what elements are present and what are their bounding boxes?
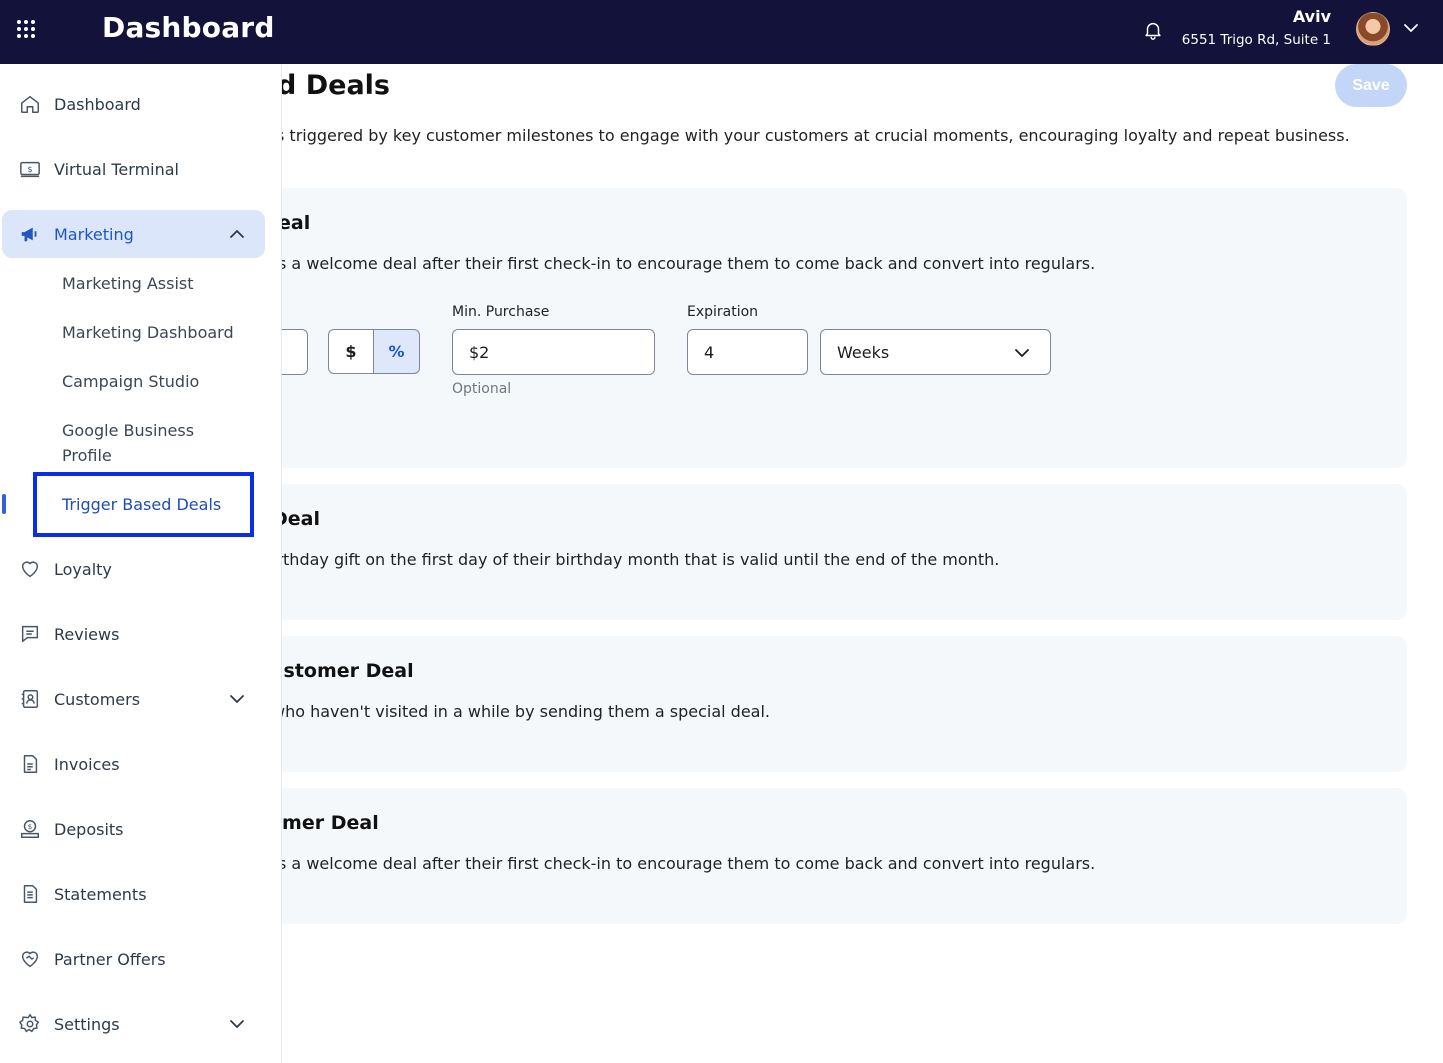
sidebar-item-settings[interactable]: Settings (2, 1000, 265, 1048)
chevron-down-icon[interactable] (227, 1014, 247, 1034)
deal-card-winback: ustomer Deal who haven't visited in a wh… (282, 636, 1407, 772)
card-description: s a welcome deal after their first check… (282, 854, 1096, 873)
card-title: Deal (282, 508, 320, 530)
min-purchase-label: Min. Purchase (452, 304, 550, 320)
card-description: irthday gift on the first day of their b… (282, 550, 1000, 569)
sidebar-item-label: Virtual Terminal (54, 159, 179, 179)
deposit-icon: $ (21, 820, 39, 838)
card-title: omer Deal (282, 812, 379, 834)
sidebar-subitem-marketing-dashboard[interactable]: Marketing Dashboard (62, 320, 252, 345)
terminal-icon: $ (20, 161, 40, 178)
user-info[interactable]: Aviv 6551 Trigo Rd, Suite 1 (1182, 7, 1331, 48)
card-description: who haven't visited in a while by sendin… (282, 702, 771, 721)
discount-type-dollar[interactable]: $ (328, 329, 374, 374)
sidebar-item-dashboard[interactable]: Dashboard (2, 80, 265, 128)
sidebar-item-label: Reviews (54, 624, 120, 644)
card-description: s a welcome deal after their first check… (282, 254, 1096, 273)
expiration-label: Expiration (687, 304, 759, 320)
sidebar-item-label: Customers (54, 689, 141, 709)
avatar[interactable] (1356, 12, 1390, 46)
sidebar-item-label: Statements (54, 884, 147, 904)
sidebar-subitem-google-business-profile[interactable]: Google Business Profile (62, 418, 212, 468)
sidebar-item-invoices[interactable]: Invoices (2, 740, 265, 788)
expiration-unit-select[interactable]: Weeks (820, 329, 1051, 375)
megaphone-icon (21, 227, 37, 242)
invoice-icon (23, 755, 38, 773)
svg-text:$: $ (27, 164, 32, 174)
app-grid-icon[interactable] (14, 17, 38, 41)
sidebar-item-partner-offers[interactable]: Partner Offers (2, 935, 265, 983)
chevron-up-icon[interactable] (227, 224, 247, 244)
sidebar-item-loyalty[interactable]: Loyalty (2, 545, 265, 593)
sidebar-item-label: Partner Offers (54, 949, 166, 969)
min-purchase-hint: Optional (452, 381, 512, 397)
expiration-unit-value: Weeks (837, 342, 890, 362)
sidebar-item-label: Loyalty (54, 559, 112, 579)
sidebar-item-statements[interactable]: Statements (2, 870, 265, 918)
app-title: Dashboard (102, 11, 275, 44)
svg-text:$: $ (28, 822, 33, 831)
user-name: Aviv (1292, 7, 1331, 26)
chevron-down-icon[interactable] (1401, 18, 1421, 38)
sidebar-item-customers[interactable]: Customers (2, 675, 265, 723)
page-subtitle: s triggered by key customer milestones t… (282, 126, 1350, 145)
discount-amount-input[interactable] (282, 329, 308, 375)
statement-icon (23, 885, 38, 903)
handshake-icon (21, 951, 39, 968)
user-address: 6551 Trigo Rd, Suite 1 (1181, 32, 1331, 48)
main-content: d Deals s triggered by key customer mile… (282, 64, 1443, 1063)
chevron-down-icon (1015, 349, 1029, 357)
sidebar-item-reviews[interactable]: Reviews (2, 610, 265, 658)
sidebar-item-marketing[interactable]: Marketing (2, 210, 265, 258)
deal-card-welcome: eal s a welcome deal after their first c… (282, 188, 1407, 468)
sidebar-item-label: Marketing (54, 224, 134, 244)
active-indicator (2, 494, 6, 514)
sidebar: Dashboard $ Virtual Terminal Marketing M… (0, 64, 282, 1063)
sidebar-item-virtual-terminal[interactable]: $ Virtual Terminal (2, 145, 265, 193)
sidebar-item-label: Dashboard (54, 94, 141, 114)
sidebar-subitem-campaign-studio[interactable]: Campaign Studio (62, 369, 252, 394)
card-title: eal (282, 212, 311, 234)
deal-card-new-customer: omer Deal s a welcome deal after their f… (282, 788, 1407, 924)
reviews-icon (21, 625, 39, 643)
sidebar-subitem-marketing-assist[interactable]: Marketing Assist (62, 271, 252, 296)
top-bar: Dashboard Aviv 6551 Trigo Rd, Suite 1 (0, 0, 1443, 64)
min-purchase-input[interactable]: $2 (452, 329, 655, 375)
heart-icon (21, 561, 39, 578)
chevron-down-icon[interactable] (227, 689, 247, 709)
gear-icon (19, 1013, 40, 1033)
home-icon (21, 95, 39, 113)
bell-icon[interactable] (1142, 19, 1164, 41)
sidebar-item-label: Invoices (54, 754, 120, 774)
highlight-box (33, 472, 254, 537)
sidebar-item-label: Deposits (54, 819, 124, 839)
discount-type-percent[interactable]: % (373, 329, 420, 374)
customers-icon (21, 690, 39, 708)
deal-card-birthday: Deal irthday gift on the first day of th… (282, 484, 1407, 620)
card-title: ustomer Deal (282, 660, 414, 682)
save-button[interactable]: Save (1335, 64, 1407, 107)
sidebar-item-deposits[interactable]: $ Deposits (2, 805, 265, 853)
expiration-input[interactable]: 4 (687, 329, 808, 375)
sidebar-item-label: Settings (54, 1014, 120, 1034)
page-title: d Deals (282, 70, 390, 101)
